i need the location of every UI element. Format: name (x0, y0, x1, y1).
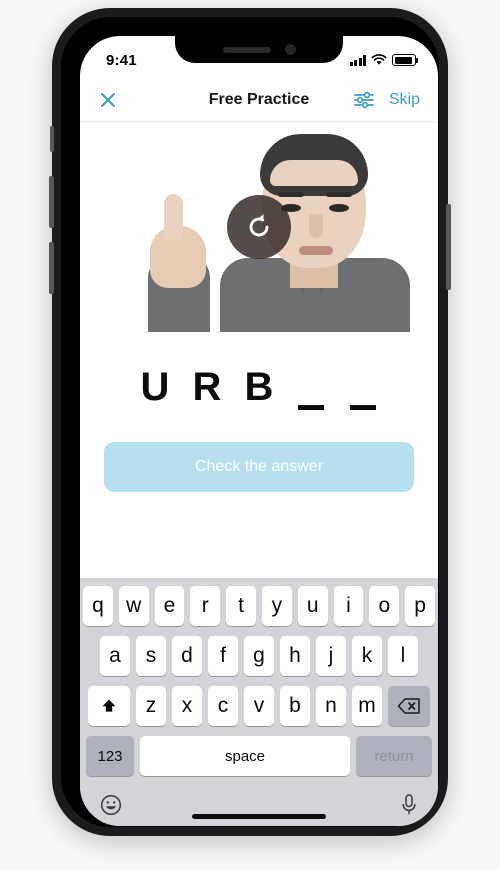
volume-down-button[interactable] (49, 242, 54, 294)
backspace-delete-icon (397, 698, 420, 714)
key-v[interactable]: v (244, 686, 274, 726)
answer-slot-3: B (244, 364, 274, 409)
on-screen-keyboard: q w e r t y u i o p a s d f g h j k l z … (80, 578, 438, 826)
settings-button[interactable] (353, 91, 375, 109)
close-button[interactable] (98, 90, 118, 110)
key-k[interactable]: k (352, 636, 382, 676)
keyboard-row-4: 123 space return (83, 736, 435, 776)
replay-icon (249, 214, 269, 237)
key-q[interactable]: q (83, 586, 113, 626)
key-t[interactable]: t (226, 586, 256, 626)
keyboard-row-1: q w e r t y u i o p (83, 586, 435, 626)
key-e[interactable]: e (154, 586, 185, 626)
volume-up-button[interactable] (49, 176, 54, 228)
check-answer-container: Check the answer (80, 442, 438, 492)
key-x[interactable]: x (172, 686, 202, 726)
shift-key[interactable] (88, 686, 130, 726)
earpiece-speaker-icon (222, 46, 271, 53)
nose-shape (309, 214, 323, 238)
navigation-bar: Free Practice Skip (80, 78, 438, 122)
answer-slot-2: R (192, 364, 222, 409)
key-h[interactable]: h (280, 636, 310, 676)
key-l[interactable]: l (388, 636, 418, 676)
microphone-icon (402, 793, 416, 814)
phone-bezel: 9:41 Free Practice Skip U R B Check the … (61, 17, 439, 827)
eyebrow-left-shape (278, 192, 304, 197)
emoji-key[interactable] (99, 793, 123, 822)
key-c[interactable]: c (208, 686, 238, 726)
close-icon (100, 92, 116, 107)
sliders-settings-icon (354, 91, 374, 108)
phone-device-frame: 9:41 Free Practice Skip U R B Check the … (49, 8, 451, 836)
key-i[interactable]: i (333, 586, 364, 626)
keyboard-row-3: z x c v b n m (83, 686, 435, 726)
blank-underscore (298, 405, 324, 410)
eye-right-shape (329, 204, 349, 212)
wifi-icon (371, 54, 387, 65)
answer-display: U R B (80, 332, 438, 442)
key-u[interactable]: u (297, 586, 328, 626)
keyboard-bottom-bar (83, 786, 435, 826)
phone-screen: 9:41 Free Practice Skip U R B Check the … (80, 36, 438, 826)
pointing-finger-shape (164, 194, 183, 240)
eyebrow-right-shape (326, 192, 352, 197)
battery-full-icon (392, 54, 419, 66)
backspace-key[interactable] (388, 686, 430, 726)
space-key[interactable]: space (140, 736, 350, 776)
mouth-shape (299, 246, 333, 255)
emoji-smiley-icon (100, 794, 122, 815)
key-y[interactable]: y (262, 586, 292, 626)
key-f[interactable]: f (208, 636, 238, 676)
key-a[interactable]: a (100, 636, 130, 676)
key-g[interactable]: g (244, 636, 274, 676)
home-indicator[interactable] (192, 814, 326, 819)
key-r[interactable]: r (190, 586, 221, 626)
key-n[interactable]: n (316, 686, 346, 726)
shift-arrow-icon (102, 699, 116, 712)
key-d[interactable]: d (172, 636, 202, 676)
blank-underscore (350, 405, 376, 410)
hair-shape (260, 134, 368, 196)
device-notch (175, 36, 343, 63)
key-z[interactable]: z (136, 686, 166, 726)
screenshot-stage: 9:41 Free Practice Skip U R B Check the … (0, 0, 500, 870)
key-b[interactable]: b (280, 686, 310, 726)
key-j[interactable]: j (316, 636, 346, 676)
check-answer-button[interactable]: Check the answer (104, 442, 414, 492)
keyboard-row-2: a s d f g h j k l (83, 636, 435, 676)
cellular-bars-icon (349, 55, 366, 66)
replay-button[interactable] (227, 195, 291, 259)
dictation-key[interactable] (399, 793, 419, 822)
power-button[interactable] (446, 204, 451, 290)
answer-slot-1: U (140, 364, 170, 409)
return-key[interactable]: return (356, 736, 432, 776)
skip-button[interactable]: Skip (389, 91, 420, 109)
front-camera-icon (284, 44, 296, 55)
key-m[interactable]: m (352, 686, 382, 726)
numbers-key[interactable]: 123 (86, 736, 134, 776)
sign-video-player[interactable] (80, 122, 438, 332)
answer-slot-4 (294, 364, 328, 410)
key-o[interactable]: o (369, 586, 400, 626)
key-p[interactable]: p (405, 586, 435, 626)
key-s[interactable]: s (136, 636, 166, 676)
key-w[interactable]: w (118, 586, 149, 626)
mute-switch[interactable] (50, 126, 54, 152)
status-indicators (349, 54, 419, 66)
status-time: 9:41 (106, 51, 137, 69)
answer-slot-5 (346, 364, 380, 410)
nav-right-actions: Skip (353, 91, 420, 109)
